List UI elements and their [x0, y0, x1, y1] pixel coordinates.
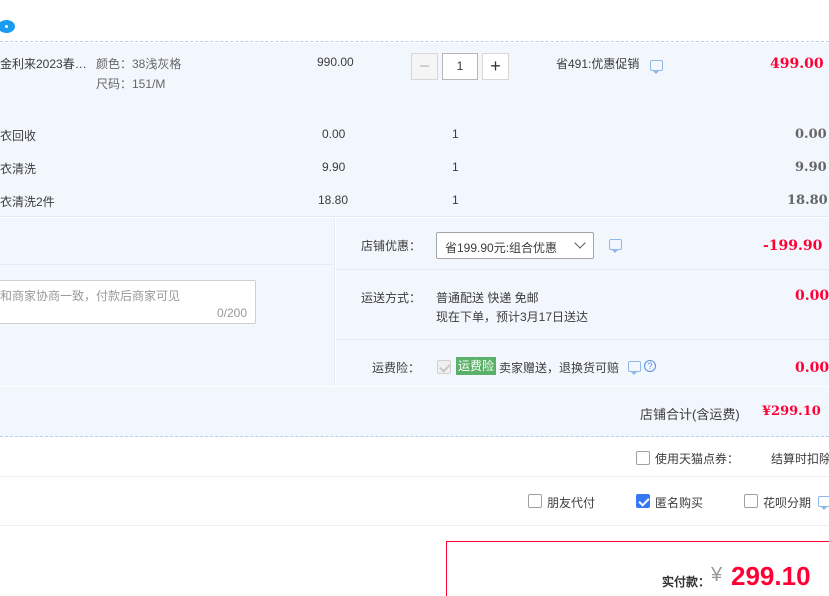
huabei-label[interactable]: 花呗分期: [763, 494, 811, 511]
service-qty: 1: [452, 193, 459, 207]
help-icon[interactable]: ?: [644, 360, 656, 372]
seller-memo-textarea[interactable]: 和商家协商一致，付款后商家可见 0/200: [0, 280, 256, 324]
service-name: 衣清洗2件: [0, 195, 55, 209]
item-size-spec: 尺码：151/M: [96, 77, 166, 91]
discount-chat-icon[interactable]: [609, 239, 622, 253]
service-qty: 1: [452, 160, 459, 174]
quantity-input[interactable]: 1: [442, 53, 478, 80]
chevron-down-icon: [574, 237, 586, 249]
service-subtotal: 18.80: [787, 193, 828, 208]
tmall-points-label[interactable]: 使用天猫点券：: [655, 450, 739, 467]
increase-quantity-button[interactable]: +: [482, 53, 509, 80]
item-unit-price: 990.00: [317, 55, 354, 69]
service-price: 18.80: [318, 193, 349, 207]
insurance-tag: 运费险: [456, 357, 497, 375]
anonymous-label[interactable]: 匿名购买: [655, 494, 703, 511]
top-strip: [0, 0, 829, 42]
payment-label: 实付款：: [662, 575, 711, 589]
shop-discount-select-value: 省199.90元:组合优惠: [445, 241, 558, 255]
friend-pay-checkbox[interactable]: [528, 494, 542, 508]
anonymous-checkbox[interactable]: [636, 494, 650, 508]
service-name: 衣回收: [0, 129, 37, 143]
shop-discount-amount: -199.90: [763, 238, 823, 254]
shop-discount-label: 店铺优惠：: [361, 239, 422, 253]
insurance-checkbox[interactable]: [437, 360, 451, 374]
friend-pay-label[interactable]: 朋友代付: [547, 494, 595, 511]
memo-placeholder: 和商家协商一致，付款后商家可见: [0, 289, 181, 303]
payment-amount: 299.10: [731, 561, 811, 591]
shop-total-label: 店铺合计(含运费): [640, 407, 740, 422]
payment-currency: ¥: [711, 564, 723, 586]
shipping-label: 运送方式：: [361, 291, 422, 305]
service-name: 衣清洗: [0, 162, 37, 176]
insurance-chat-icon[interactable]: [628, 361, 641, 375]
item-subtotal: 499.00: [770, 56, 824, 72]
shop-discount-select[interactable]: 省199.90元:组合优惠: [436, 232, 594, 259]
huabei-chat-icon[interactable]: [818, 496, 829, 510]
quantity-stepper: − 1 +: [411, 53, 509, 81]
item-color-spec: 颜色：38浅灰格: [96, 57, 182, 71]
shipping-amount: 0.00: [795, 288, 829, 304]
item-promo-text: 省491:优惠促销: [556, 57, 640, 71]
service-qty: 1: [452, 127, 459, 141]
tmall-points-checkbox[interactable]: [636, 451, 650, 465]
divider: [0, 525, 829, 526]
item-title[interactable]: 金利来2023春…: [0, 55, 87, 72]
shipping-eta: 现在下单，预计3月17日送达: [436, 310, 589, 324]
service-subtotal: 9.90: [795, 160, 827, 175]
shop-total-amount: ¥299.10: [762, 404, 821, 419]
service-price: 9.90: [322, 160, 346, 174]
decrease-quantity-button[interactable]: −: [411, 53, 438, 80]
insurance-amount: 0.00: [795, 360, 829, 376]
shipping-method: 普通配送 快递 免邮: [436, 291, 539, 305]
insurance-desc: 卖家赠送，退换货可赔: [499, 361, 620, 375]
service-subtotal: 0.00: [795, 127, 827, 142]
promo-chat-icon[interactable]: [650, 60, 663, 74]
divider: [0, 476, 829, 477]
insurance-label: 运费险：: [372, 361, 421, 375]
service-price: 0.00: [322, 127, 346, 141]
memo-counter: 0/200: [216, 306, 247, 320]
tmall-points-note: 结算时扣除: [771, 452, 829, 466]
huabei-checkbox[interactable]: [744, 494, 758, 508]
shop-badge-icon: [0, 20, 15, 33]
